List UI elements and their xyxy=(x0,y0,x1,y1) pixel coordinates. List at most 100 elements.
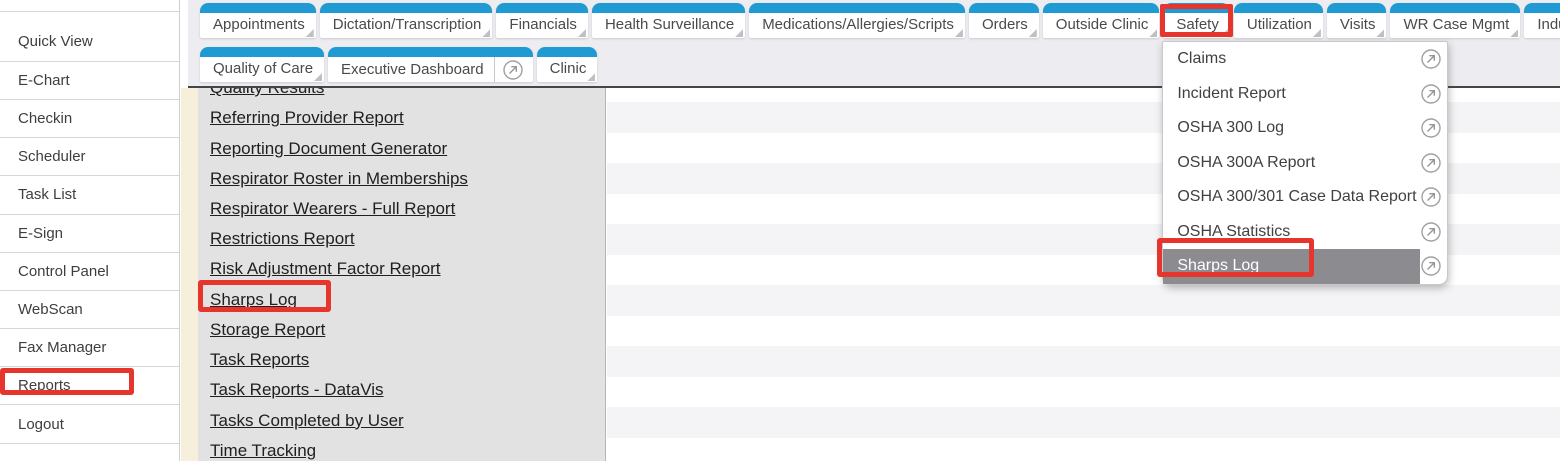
menu-item-sharps-log[interactable]: Sharps Log xyxy=(1163,249,1447,284)
popout-icon[interactable] xyxy=(495,59,527,81)
tab-utilization[interactable]: Utilization xyxy=(1234,3,1323,38)
tab-corner-fold xyxy=(578,29,586,37)
report-link-reporting-document-generator[interactable]: Reporting Document Generator xyxy=(210,139,447,159)
sidebar-item-scheduler[interactable]: Scheduler xyxy=(0,138,179,176)
menu-item-osha-300-log[interactable]: OSHA 300 Log xyxy=(1163,111,1447,146)
popout-icon[interactable] xyxy=(1420,77,1447,112)
report-row: Tasks Completed by User xyxy=(198,405,606,435)
report-row: Respirator Roster in Memberships xyxy=(198,164,606,194)
tab-outside-clinic[interactable]: Outside Clinic xyxy=(1043,3,1160,38)
tab-label: Safety xyxy=(1176,16,1219,33)
sidebar-item-quick-view[interactable]: Quick View xyxy=(0,12,179,62)
report-row: Sharps Log xyxy=(198,285,606,315)
tab-corner-fold xyxy=(1220,29,1228,37)
tab-corner-fold xyxy=(587,73,595,81)
report-row: Task Reports xyxy=(198,345,606,375)
tab-corner-fold xyxy=(306,29,314,37)
sidebar-item-label: Task List xyxy=(18,186,76,203)
report-link-time-tracking[interactable]: Time Tracking xyxy=(210,441,316,461)
report-row: Risk Adjustment Factor Report xyxy=(198,254,606,284)
tab-medications-allergies-scripts[interactable]: Medications/Allergies/Scripts xyxy=(749,3,965,38)
sidebar-item-fax-manager[interactable]: Fax Manager xyxy=(0,329,179,367)
tab-label: Orders xyxy=(982,16,1028,33)
popout-icon[interactable] xyxy=(1420,249,1447,284)
tab-label: Dictation/Transcription xyxy=(333,16,482,33)
popout-icon[interactable] xyxy=(1420,111,1447,146)
tab-safety[interactable]: Safety Claims Incident Report OSHA 300 L… xyxy=(1163,3,1230,38)
tab-label: Utilization xyxy=(1247,16,1312,33)
report-link-respirator-roster-in-memberships[interactable]: Respirator Roster in Memberships xyxy=(210,169,468,189)
sidebar-item-label: Scheduler xyxy=(18,148,86,165)
tab-dictation-transcription[interactable]: Dictation/Transcription xyxy=(320,3,493,38)
popout-icon[interactable] xyxy=(1420,215,1447,250)
tab-corner-fold xyxy=(314,73,322,81)
report-link-tasks-completed-by-user[interactable]: Tasks Completed by User xyxy=(210,411,404,431)
sidebar-item-e-sign[interactable]: E-Sign xyxy=(0,215,179,253)
report-row: Referring Provider Report xyxy=(198,103,606,133)
sidebar-item-checkin[interactable]: Checkin xyxy=(0,100,179,138)
sidebar-item-webscan[interactable]: WebScan xyxy=(0,291,179,329)
tab-visits[interactable]: Visits xyxy=(1327,3,1387,38)
tab-corner-fold xyxy=(482,29,490,37)
tab-label: Visits xyxy=(1340,16,1376,33)
tab-label: Clinic xyxy=(550,60,587,77)
tab-label: Quality of Care xyxy=(213,60,313,77)
tab-label: WR Case Mgmt xyxy=(1403,16,1509,33)
sidebar-item-control-panel[interactable]: Control Panel xyxy=(0,253,179,291)
tab-industrial-hygiene[interactable]: Industrial Hygiene xyxy=(1524,3,1560,38)
report-link-restrictions-report[interactable]: Restrictions Report xyxy=(210,229,355,249)
sidebar-item-label: Reports xyxy=(18,377,71,394)
tab-corner-fold xyxy=(1510,29,1518,37)
sidebar-item-label: Logout xyxy=(18,416,64,433)
tab-corner-fold xyxy=(1029,29,1037,37)
report-link-task-reports-datavis[interactable]: Task Reports - DataVis xyxy=(210,380,384,400)
report-link-sharps-log[interactable]: Sharps Log xyxy=(210,290,297,310)
report-row: Storage Report xyxy=(198,315,606,345)
tab-row-2: Quality of Care Executive Dashboard Clin… xyxy=(200,47,597,82)
report-row: Reporting Document Generator xyxy=(198,133,606,163)
report-row: Time Tracking xyxy=(198,436,606,466)
sidebar-item-label: E-Sign xyxy=(18,225,63,242)
tab-financials[interactable]: Financials xyxy=(496,3,588,38)
report-link-storage-report[interactable]: Storage Report xyxy=(210,320,325,340)
sidebar-item-e-chart[interactable]: E-Chart xyxy=(0,62,179,100)
popout-icon[interactable] xyxy=(1420,146,1447,181)
tab-executive-dashboard[interactable]: Executive Dashboard xyxy=(328,47,533,82)
tab-clinic[interactable]: Clinic xyxy=(537,47,598,82)
tab-label: Medications/Allergies/Scripts xyxy=(762,16,954,33)
tab-orders[interactable]: Orders xyxy=(969,3,1039,38)
tab-label: Executive Dashboard xyxy=(341,58,484,82)
tab-wr-case-mgmt[interactable]: WR Case Mgmt xyxy=(1390,3,1520,38)
popout-icon[interactable] xyxy=(1420,42,1447,77)
tab-corner-fold xyxy=(1149,29,1157,37)
menu-item-osha-statistics[interactable]: OSHA Statistics xyxy=(1163,215,1447,250)
sidebar-item-label: Checkin xyxy=(18,110,72,127)
tab-corner-fold xyxy=(735,29,743,37)
report-link-risk-adjustment-factor-report[interactable]: Risk Adjustment Factor Report xyxy=(210,259,441,279)
sidebar-item-logout[interactable]: Logout xyxy=(0,405,179,443)
menu-item-incident-report[interactable]: Incident Report xyxy=(1163,77,1447,112)
sidebar-item-label: WebScan xyxy=(18,301,83,318)
tab-corner-fold xyxy=(955,29,963,37)
tab-corner-fold xyxy=(1376,29,1384,37)
safety-dropdown-menu: Claims Incident Report OSHA 300 Log OSHA… xyxy=(1162,41,1448,285)
left-accent-strip xyxy=(181,88,198,461)
sidebar-item-label: Fax Manager xyxy=(18,339,106,356)
sidebar-item-task-list[interactable]: Task List xyxy=(0,176,179,214)
sidebar-item-label: E-Chart xyxy=(18,72,70,89)
tab-label: Health Surveillance xyxy=(605,16,734,33)
menu-item-claims[interactable]: Claims xyxy=(1163,42,1447,77)
sidebar-item-reports[interactable]: Reports xyxy=(0,367,179,405)
tab-appointments[interactable]: Appointments xyxy=(200,3,316,38)
sidebar-item-label: Control Panel xyxy=(18,263,109,280)
report-row: Respirator Wearers - Full Report xyxy=(198,194,606,224)
tab-health-surveillance[interactable]: Health Surveillance xyxy=(592,3,745,38)
menu-item-osha-300a-report[interactable]: OSHA 300A Report xyxy=(1163,146,1447,181)
report-row: Task Reports - DataVis xyxy=(198,375,606,405)
report-link-referring-provider-report[interactable]: Referring Provider Report xyxy=(210,108,404,128)
tab-quality-of-care[interactable]: Quality of Care xyxy=(200,47,324,82)
menu-item-osha-300-301-case-data-report[interactable]: OSHA 300/301 Case Data Report xyxy=(1163,180,1447,215)
popout-icon[interactable] xyxy=(1420,180,1447,215)
report-link-task-reports[interactable]: Task Reports xyxy=(210,350,309,370)
report-link-respirator-wearers-full-report[interactable]: Respirator Wearers - Full Report xyxy=(210,199,455,219)
